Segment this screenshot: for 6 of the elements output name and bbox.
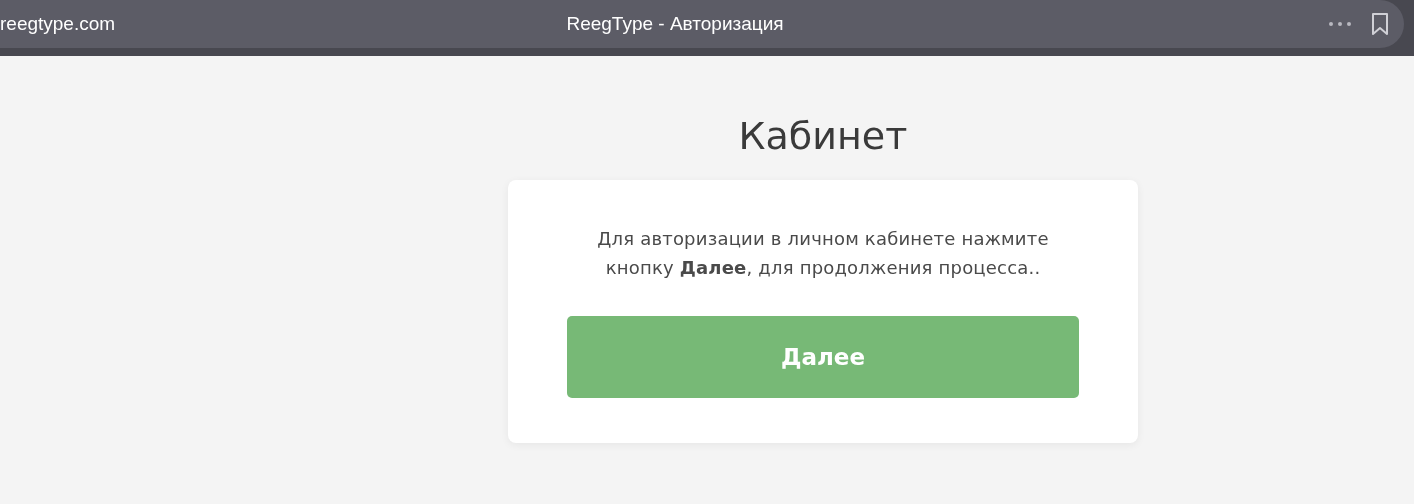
page-heading: Кабинет xyxy=(738,113,908,160)
more-icon[interactable] xyxy=(1328,21,1352,27)
instruction-text: Для авторизации в личном кабинете нажмите кнопку Далее, для продолжения процесса.. xyxy=(596,227,1050,280)
tab-title: ReegType - Авторизация xyxy=(566,13,784,35)
bookmark-icon[interactable] xyxy=(1370,12,1390,36)
address-text[interactable]: reegtype.com xyxy=(0,13,116,35)
